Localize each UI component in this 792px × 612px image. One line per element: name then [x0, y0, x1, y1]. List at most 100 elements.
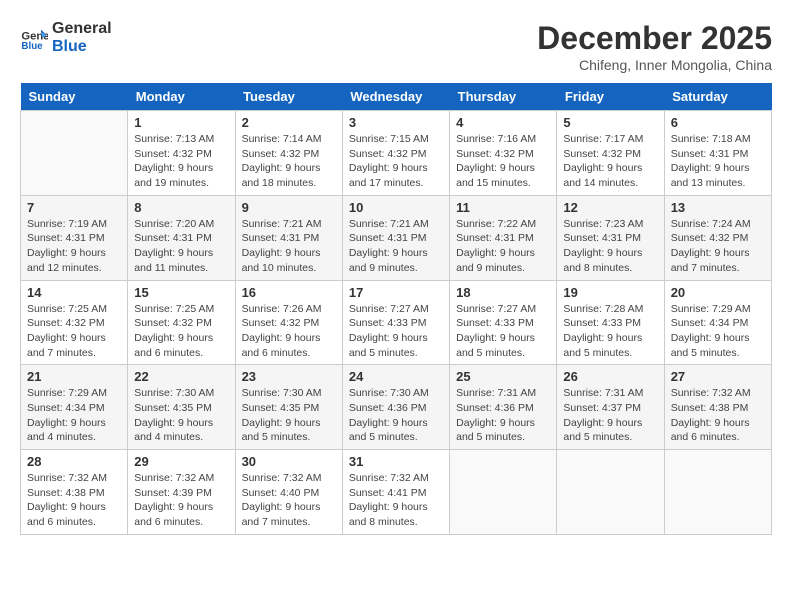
calendar-cell: 12 Sunrise: 7:23 AMSunset: 4:31 PMDayligh… [557, 195, 664, 280]
cell-info: Sunrise: 7:32 AMSunset: 4:40 PMDaylight:… [242, 471, 336, 530]
cell-info: Sunrise: 7:29 AMSunset: 4:34 PMDaylight:… [27, 386, 121, 445]
day-number: 6 [671, 115, 765, 130]
calendar-cell: 2 Sunrise: 7:14 AMSunset: 4:32 PMDaylight… [235, 111, 342, 196]
calendar-cell: 24Sunrise: 7:30 AMSunset: 4:36 PMDayligh… [342, 365, 449, 450]
cell-info: Sunrise: 7:27 AMSunset: 4:33 PMDaylight:… [456, 302, 550, 361]
cell-info: Sunrise: 7:31 AMSunset: 4:36 PMDaylight:… [456, 386, 550, 445]
day-number: 22 [134, 369, 228, 384]
calendar-cell: 7 Sunrise: 7:19 AMSunset: 4:31 PMDaylight… [21, 195, 128, 280]
calendar-cell: 17Sunrise: 7:27 AMSunset: 4:33 PMDayligh… [342, 280, 449, 365]
svg-text:Blue: Blue [21, 41, 43, 52]
day-number: 17 [349, 285, 443, 300]
day-number: 5 [563, 115, 657, 130]
day-number: 4 [456, 115, 550, 130]
cell-info: Sunrise: 7:32 AMSunset: 4:39 PMDaylight:… [134, 471, 228, 530]
calendar-cell: 10 Sunrise: 7:21 AMSunset: 4:31 PMDayligh… [342, 195, 449, 280]
cell-info: Sunrise: 7:29 AMSunset: 4:34 PMDaylight:… [671, 302, 765, 361]
day-number: 26 [563, 369, 657, 384]
cell-info: Sunrise: 7:25 AMSunset: 4:32 PMDaylight:… [134, 302, 228, 361]
calendar-cell: 16 Sunrise: 7:26 AMSunset: 4:32 PMDayligh… [235, 280, 342, 365]
header-row: SundayMondayTuesdayWednesdayThursdayFrid… [21, 83, 772, 111]
calendar-cell: 1 Sunrise: 7:13 AMSunset: 4:32 PMDaylight… [128, 111, 235, 196]
calendar-cell [21, 111, 128, 196]
day-number: 15 [134, 285, 228, 300]
day-number: 3 [349, 115, 443, 130]
calendar-cell: 11Sunrise: 7:22 AMSunset: 4:31 PMDayligh… [450, 195, 557, 280]
cell-info: Sunrise: 7:18 AMSunset: 4:31 PMDaylight:… [671, 132, 765, 191]
cell-info: Sunrise: 7:19 AMSunset: 4:31 PMDaylight:… [27, 217, 121, 276]
week-row-2: 7 Sunrise: 7:19 AMSunset: 4:31 PMDaylight… [21, 195, 772, 280]
cell-info: Sunrise: 7:31 AMSunset: 4:37 PMDaylight:… [563, 386, 657, 445]
calendar-cell: 18 Sunrise: 7:27 AMSunset: 4:33 PMDayligh… [450, 280, 557, 365]
day-number: 12 [563, 200, 657, 215]
logo-text-blue: Blue [52, 38, 112, 56]
day-number: 13 [671, 200, 765, 215]
calendar-cell: 20 Sunrise: 7:29 AMSunset: 4:34 PMDayligh… [664, 280, 771, 365]
calendar-cell: 23Sunrise: 7:30 AMSunset: 4:35 PMDayligh… [235, 365, 342, 450]
logo-text-general: General [52, 20, 112, 38]
day-number: 18 [456, 285, 550, 300]
day-number: 20 [671, 285, 765, 300]
cell-info: Sunrise: 7:30 AMSunset: 4:35 PMDaylight:… [134, 386, 228, 445]
calendar-cell: 15 Sunrise: 7:25 AMSunset: 4:32 PMDayligh… [128, 280, 235, 365]
day-number: 28 [27, 454, 121, 469]
location: Chifeng, Inner Mongolia, China [537, 57, 772, 73]
calendar-cell [450, 450, 557, 535]
calendar-cell: 6 Sunrise: 7:18 AMSunset: 4:31 PMDaylight… [664, 111, 771, 196]
calendar-cell: 21 Sunrise: 7:29 AMSunset: 4:34 PMDayligh… [21, 365, 128, 450]
day-number: 2 [242, 115, 336, 130]
day-number: 30 [242, 454, 336, 469]
col-header-friday: Friday [557, 83, 664, 111]
calendar-cell: 30 Sunrise: 7:32 AMSunset: 4:40 PMDayligh… [235, 450, 342, 535]
calendar-cell [664, 450, 771, 535]
month-title: December 2025 [537, 20, 772, 57]
day-number: 1 [134, 115, 228, 130]
cell-info: Sunrise: 7:17 AMSunset: 4:32 PMDaylight:… [563, 132, 657, 191]
cell-info: Sunrise: 7:13 AMSunset: 4:32 PMDaylight:… [134, 132, 228, 191]
calendar-cell: 9Sunrise: 7:21 AMSunset: 4:31 PMDaylight… [235, 195, 342, 280]
cell-info: Sunrise: 7:26 AMSunset: 4:32 PMDaylight:… [242, 302, 336, 361]
calendar-cell: 5 Sunrise: 7:17 AMSunset: 4:32 PMDaylight… [557, 111, 664, 196]
page-header: General Blue General Blue December 2025 … [20, 20, 772, 73]
cell-info: Sunrise: 7:32 AMSunset: 4:38 PMDaylight:… [671, 386, 765, 445]
calendar-cell: 25Sunrise: 7:31 AMSunset: 4:36 PMDayligh… [450, 365, 557, 450]
col-header-monday: Monday [128, 83, 235, 111]
cell-info: Sunrise: 7:21 AMSunset: 4:31 PMDaylight:… [349, 217, 443, 276]
calendar-table: SundayMondayTuesdayWednesdayThursdayFrid… [20, 83, 772, 535]
col-header-wednesday: Wednesday [342, 83, 449, 111]
col-header-thursday: Thursday [450, 83, 557, 111]
day-number: 21 [27, 369, 121, 384]
col-header-saturday: Saturday [664, 83, 771, 111]
week-row-3: 14 Sunrise: 7:25 AMSunset: 4:32 PMDayligh… [21, 280, 772, 365]
day-number: 27 [671, 369, 765, 384]
day-number: 16 [242, 285, 336, 300]
calendar-cell: 26 Sunrise: 7:31 AMSunset: 4:37 PMDayligh… [557, 365, 664, 450]
cell-info: Sunrise: 7:28 AMSunset: 4:33 PMDaylight:… [563, 302, 657, 361]
calendar-cell: 4Sunrise: 7:16 AMSunset: 4:32 PMDaylight… [450, 111, 557, 196]
cell-info: Sunrise: 7:32 AMSunset: 4:38 PMDaylight:… [27, 471, 121, 530]
calendar-cell: 13 Sunrise: 7:24 AMSunset: 4:32 PMDayligh… [664, 195, 771, 280]
cell-info: Sunrise: 7:14 AMSunset: 4:32 PMDaylight:… [242, 132, 336, 191]
calendar-cell: 22 Sunrise: 7:30 AMSunset: 4:35 PMDayligh… [128, 365, 235, 450]
cell-info: Sunrise: 7:24 AMSunset: 4:32 PMDaylight:… [671, 217, 765, 276]
cell-info: Sunrise: 7:30 AMSunset: 4:36 PMDaylight:… [349, 386, 443, 445]
cell-info: Sunrise: 7:21 AMSunset: 4:31 PMDaylight:… [242, 217, 336, 276]
day-number: 11 [456, 200, 550, 215]
day-number: 7 [27, 200, 121, 215]
calendar-cell: 19 Sunrise: 7:28 AMSunset: 4:33 PMDayligh… [557, 280, 664, 365]
day-number: 29 [134, 454, 228, 469]
cell-info: Sunrise: 7:15 AMSunset: 4:32 PMDaylight:… [349, 132, 443, 191]
cell-info: Sunrise: 7:23 AMSunset: 4:31 PMDaylight:… [563, 217, 657, 276]
day-number: 14 [27, 285, 121, 300]
col-header-tuesday: Tuesday [235, 83, 342, 111]
calendar-cell: 8Sunrise: 7:20 AMSunset: 4:31 PMDaylight… [128, 195, 235, 280]
logo-icon: General Blue [20, 24, 48, 52]
calendar-cell: 29 Sunrise: 7:32 AMSunset: 4:39 PMDayligh… [128, 450, 235, 535]
calendar-cell [557, 450, 664, 535]
cell-info: Sunrise: 7:30 AMSunset: 4:35 PMDaylight:… [242, 386, 336, 445]
col-header-sunday: Sunday [21, 83, 128, 111]
logo: General Blue General Blue [20, 20, 112, 55]
day-number: 19 [563, 285, 657, 300]
week-row-4: 21 Sunrise: 7:29 AMSunset: 4:34 PMDayligh… [21, 365, 772, 450]
day-number: 10 [349, 200, 443, 215]
